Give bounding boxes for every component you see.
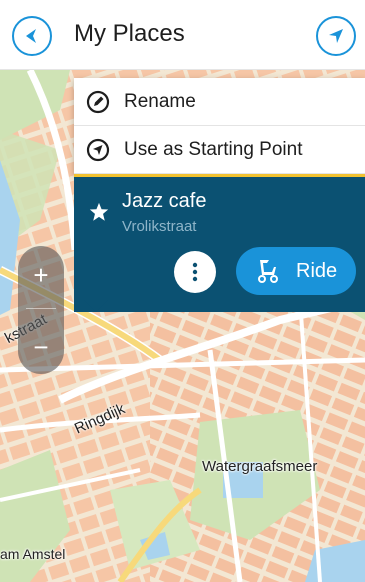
map-label-amstel: am Amstel <box>0 546 66 562</box>
place-popup: Rename Use as Starting Point Jazz cafe V… <box>74 78 365 312</box>
scooter-icon <box>258 260 278 283</box>
menu-item-rename[interactable]: Rename <box>74 78 365 126</box>
place-card: Jazz cafe Vrolikstraat Ride <box>74 174 365 312</box>
navigation-arrow-icon <box>329 29 343 43</box>
menu-item-use-as-starting-point[interactable]: Use as Starting Point <box>74 126 365 174</box>
map-label-watergraafsmeer: Watergraafsmeer <box>202 458 318 475</box>
zoom-control: + − <box>18 246 64 374</box>
ride-button[interactable]: Ride <box>236 247 356 295</box>
place-name: Jazz cafe <box>122 190 207 212</box>
more-vertical-icon <box>192 262 198 282</box>
page-title: My Places <box>74 20 185 47</box>
ride-label: Ride <box>296 259 338 282</box>
zoom-divider <box>26 308 56 309</box>
zoom-in-button[interactable]: + <box>18 248 64 302</box>
top-bar: My Places <box>0 0 365 70</box>
back-arrow-icon <box>26 29 36 43</box>
back-button[interactable] <box>12 16 52 56</box>
pencil-icon <box>86 90 110 114</box>
zoom-out-button[interactable]: − <box>18 320 64 374</box>
place-street: Vrolikstraat <box>122 218 197 235</box>
star-icon <box>89 202 109 221</box>
popup-pointer <box>84 300 108 312</box>
popup-menu: Rename Use as Starting Point <box>74 78 365 174</box>
current-location-button[interactable] <box>316 16 356 56</box>
starting-point-icon <box>86 138 110 162</box>
menu-item-label: Rename <box>124 90 196 112</box>
more-options-button[interactable] <box>174 251 216 293</box>
menu-item-label: Use as Starting Point <box>124 138 303 160</box>
